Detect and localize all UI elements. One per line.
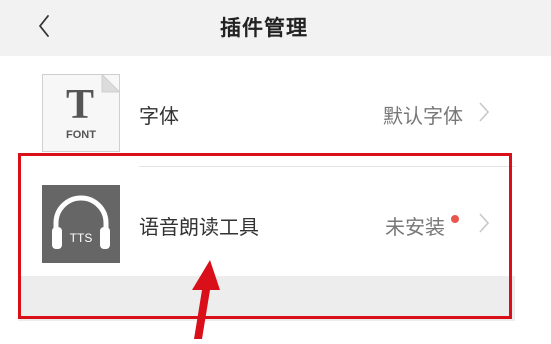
highlight-box: [18, 153, 512, 319]
font-icon: T FONT: [42, 73, 121, 156]
chevron-right-icon: [477, 100, 491, 128]
pointer-arrow: [170, 250, 230, 344]
font-icon-caption: FONT: [66, 129, 96, 141]
page-title: 插件管理: [220, 15, 308, 40]
svg-text:T: T: [66, 82, 94, 128]
plugin-status: 默认字体: [383, 104, 463, 128]
plugin-row-font[interactable]: T FONT 字体 默认字体: [18, 56, 515, 166]
plugin-name: 字体: [139, 104, 179, 128]
nav-header: 插件管理: [0, 0, 551, 56]
